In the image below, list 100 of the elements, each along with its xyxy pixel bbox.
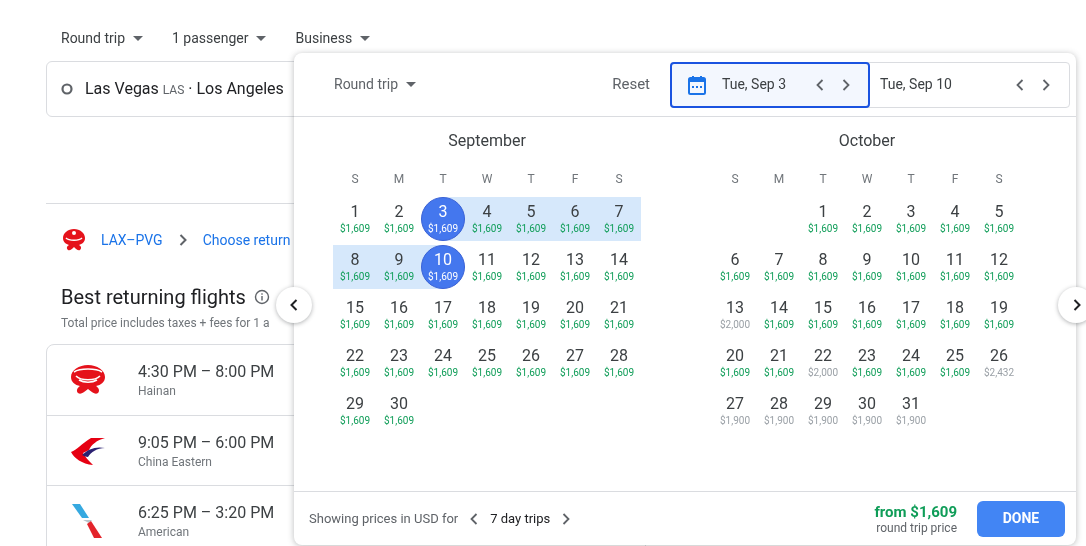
date-cell[interactable]: 8 $1,609 <box>333 245 377 289</box>
date-cell[interactable]: 24 $1,609 <box>889 341 933 385</box>
date-cell[interactable]: 5 $1,609 <box>509 197 553 241</box>
date-cell[interactable]: 3 $1,609 <box>421 197 465 241</box>
weekday-label: W <box>861 171 873 188</box>
date-cell[interactable]: 17 $1,609 <box>421 293 465 337</box>
date-cell[interactable]: 16 $1,609 <box>845 293 889 337</box>
date-cell[interactable]: 21 $1,609 <box>597 293 641 337</box>
date-cell[interactable]: 26 $1,609 <box>509 341 553 385</box>
chevron-right-icon <box>178 234 187 246</box>
footer-note: Showing prices in USD for <box>309 509 459 528</box>
trip-duration-text: 7 day trips <box>490 509 551 528</box>
chevron-left-icon[interactable] <box>816 78 824 91</box>
date-cell[interactable]: 18 $1,609 <box>465 293 509 337</box>
weekday-label: W <box>481 171 493 188</box>
date-cell[interactable]: 2 $1,609 <box>845 197 889 241</box>
dropdown-button[interactable]: Round trip <box>52 27 146 49</box>
date-cell[interactable]: 15 $1,609 <box>333 293 377 337</box>
weekday-label: S <box>615 171 623 188</box>
subtitle-text: Total price includes taxes + fees for 1 a <box>61 316 270 330</box>
date-cell[interactable]: 13 $2,000 <box>713 293 757 337</box>
date-cell[interactable]: 19 $1,609 <box>509 293 553 337</box>
month-title: September <box>447 130 527 152</box>
date-cell[interactable]: 22 $2,000 <box>801 341 845 385</box>
date-field[interactable]: Tue, Sep 3 <box>670 61 870 108</box>
date-cell[interactable]: 25 $1,609 <box>933 341 977 385</box>
trip-type-dropdown[interactable]: Round trip <box>334 74 417 95</box>
date-cell[interactable]: 20 $1,609 <box>713 341 757 385</box>
weekday-label: S <box>995 171 1003 188</box>
date-cell[interactable]: 30 $1,609 <box>377 389 421 433</box>
airline-name: American <box>138 523 191 540</box>
date-cell[interactable]: 20 $1,609 <box>553 293 597 337</box>
previous-month-button[interactable] <box>276 287 312 323</box>
date-cell[interactable]: 23 $1,609 <box>377 341 421 385</box>
date-cell[interactable]: 6 $1,609 <box>553 197 597 241</box>
chevron-left-icon[interactable] <box>1016 78 1024 91</box>
airline-logo <box>61 228 87 252</box>
date-field[interactable]: Tue, Sep 10 <box>868 61 1068 108</box>
chevron-left-icon[interactable] <box>470 512 479 525</box>
choose-return-link[interactable]: Choose return <box>202 229 291 251</box>
chevron-left-icon <box>290 299 298 311</box>
weekday-label: T <box>819 171 827 188</box>
date-cell[interactable]: 17 $1,609 <box>889 293 933 337</box>
date-cell[interactable]: 1 $1,609 <box>801 197 845 241</box>
date-cell[interactable]: 4 $1,609 <box>933 197 977 241</box>
date-cell[interactable]: 9 $1,609 <box>845 245 889 289</box>
date-cell[interactable]: 24 $1,609 <box>421 341 465 385</box>
date-cell[interactable]: 26 $2,432 <box>977 341 1021 385</box>
date-cell[interactable]: 13 $1,609 <box>553 245 597 289</box>
date-cell[interactable]: 30 $1,900 <box>845 389 889 433</box>
date-cell[interactable]: 7 $1,609 <box>757 245 801 289</box>
date-cell[interactable]: 11 $1,609 <box>465 245 509 289</box>
date-cell[interactable]: 25 $1,609 <box>465 341 509 385</box>
date-cell[interactable]: 14 $1,609 <box>597 245 641 289</box>
date-cell[interactable]: 6 $1,609 <box>713 245 757 289</box>
date-cell[interactable]: 14 $1,609 <box>757 293 801 337</box>
chevron-right-icon[interactable] <box>562 512 571 525</box>
airline-logo <box>70 364 106 396</box>
date-cell[interactable]: 8 $1,609 <box>801 245 845 289</box>
dropdown-button[interactable]: 1 passenger <box>163 27 269 49</box>
date-cell[interactable]: 21 $1,609 <box>757 341 801 385</box>
reset-button[interactable]: Reset <box>610 73 652 96</box>
date-cell[interactable]: 28 $1,900 <box>757 389 801 433</box>
weekday-label: T <box>439 171 447 188</box>
date-cell[interactable]: 27 $1,609 <box>553 341 597 385</box>
date-cell[interactable]: 29 $1,609 <box>333 389 377 433</box>
date-cell[interactable]: 11 $1,609 <box>933 245 977 289</box>
date-cell[interactable]: 12 $1,609 <box>977 245 1021 289</box>
date-cell[interactable]: 3 $1,609 <box>889 197 933 241</box>
route-text: Las Vegas LAS · Los Angeles <box>85 78 284 100</box>
date-cell[interactable]: 1 $1,609 <box>333 197 377 241</box>
date-cell[interactable]: 4 $1,609 <box>465 197 509 241</box>
caret-icon <box>406 82 417 87</box>
month-title: October <box>837 130 897 152</box>
chevron-right-icon[interactable] <box>842 78 850 91</box>
date-cell[interactable]: 2 $1,609 <box>377 197 421 241</box>
date-cell[interactable]: 5 $1,609 <box>977 197 1021 241</box>
date-cell[interactable]: 28 $1,609 <box>597 341 641 385</box>
weekday-label: S <box>351 171 359 188</box>
date-cell[interactable]: 23 $1,609 <box>845 341 889 385</box>
date-cell[interactable]: 16 $1,609 <box>377 293 421 337</box>
date-cell[interactable]: 31 $1,900 <box>889 389 933 433</box>
caret-icon <box>360 35 371 41</box>
date-cell[interactable]: 15 $1,609 <box>801 293 845 337</box>
date-cell[interactable]: 29 $1,900 <box>801 389 845 433</box>
date-cell[interactable]: 7 $1,609 <box>597 197 641 241</box>
date-cell[interactable]: 27 $1,900 <box>713 389 757 433</box>
done-button[interactable]: DONE <box>977 500 1065 537</box>
route-link[interactable]: LAX–PVG <box>101 229 163 251</box>
date-cell[interactable]: 19 $1,609 <box>977 293 1021 337</box>
price-text: from $1,609 <box>874 502 957 521</box>
date-cell[interactable]: 22 $1,609 <box>333 341 377 385</box>
info-icon[interactable] <box>253 289 270 305</box>
date-cell[interactable]: 18 $1,609 <box>933 293 977 337</box>
airline-name: China Eastern <box>138 453 213 470</box>
date-cell[interactable]: 12 $1,609 <box>509 245 553 289</box>
chevron-right-icon[interactable] <box>1042 78 1050 91</box>
date-cell[interactable]: 9 $1,609 <box>377 245 421 289</box>
date-cell[interactable]: 10 $1,609 <box>889 245 933 289</box>
dropdown-button[interactable]: Business <box>286 27 373 49</box>
